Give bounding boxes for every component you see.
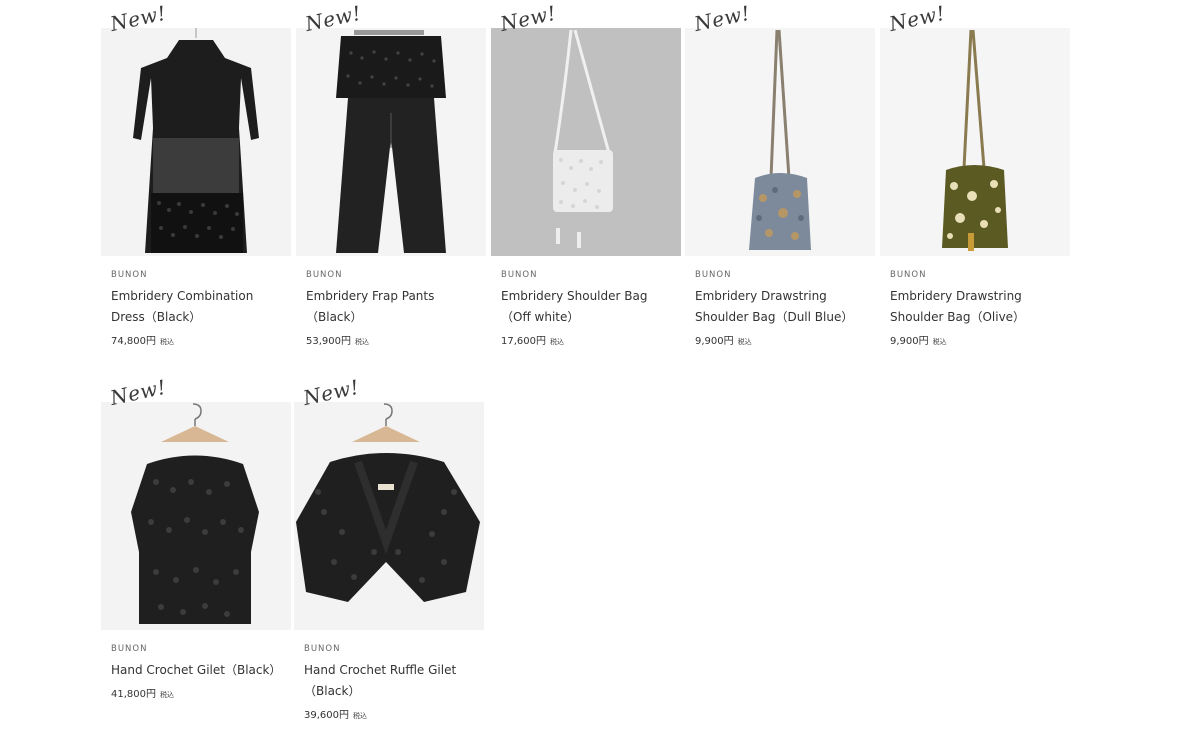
product-price-row: 9,900円 税込 [695,335,865,349]
tax-label: 税込 [353,712,367,720]
blue-drawstring-bag-photo [685,28,875,256]
product-image-link[interactable] [880,28,1070,256]
product-image-link[interactable] [685,28,875,256]
product-price-row: 17,600円 税込 [501,335,671,349]
tax-label: 税込 [160,338,174,346]
product-image-link[interactable] [294,402,484,630]
product-card: New! BUNON Embridery Combination Dress（B… [101,1,291,349]
product-price: 39,600円 [304,710,349,721]
product-brand: BUNON [304,644,341,654]
product-image-link[interactable] [491,28,681,256]
product-price: 9,900円 [890,336,929,347]
product-price-row: 74,800円 税込 [111,335,281,349]
product-price-row: 41,800円 税込 [111,688,281,702]
product-card: New! BUNON Embridery Drawstring Shoulder… [880,1,1070,349]
product-image-link[interactable] [101,402,291,630]
product-name-link[interactable]: Embridery Drawstring Shoulder Bag（Olive） [890,286,1060,328]
tax-label: 税込 [160,691,174,699]
product-price-row: 9,900円 税込 [890,335,1060,349]
product-price: 17,600円 [501,336,546,347]
tax-label: 税込 [355,338,369,346]
product-name-link[interactable]: Hand Crochet Ruffle Gilet（Black） [304,660,474,702]
product-card: New! BUNON Embridery Frap Pants（Black） 5… [296,1,486,349]
product-card: New! BUNON Embridery Drawstring Shoulder… [685,1,875,349]
black-ruffle-gilet-photo [294,402,484,630]
product-grid: New! BUNON Embridery Combination Dress（B… [0,0,1200,736]
tax-label: 税込 [550,338,564,346]
tax-label: 税込 [932,338,947,346]
product-brand: BUNON [695,270,732,280]
product-image-link[interactable] [296,28,486,256]
product-name-link[interactable]: Embridery Shoulder Bag（Off white） [501,286,671,328]
black-pants-photo [296,28,486,256]
product-price: 9,900円 [695,336,734,347]
product-price: 74,800円 [111,336,156,347]
olive-drawstring-bag-photo [880,28,1070,256]
product-brand: BUNON [306,270,343,280]
product-card: New! BUNON Hand Crochet Gilet（Black） 41,… [101,375,291,702]
product-card: New! BUNON Embridery Shoulder Bag（Off wh… [491,1,681,349]
black-crochet-gilet-photo [101,402,291,630]
product-price: 41,800円 [111,689,156,700]
product-price-row: 53,900円 税込 [306,335,476,349]
product-brand: BUNON [501,270,538,280]
product-name-link[interactable]: Hand Crochet Gilet（Black） [111,660,281,681]
product-card: New! BUNON Hand Crochet Ruffle Gilet（Bla… [294,375,484,723]
product-name-link[interactable]: Embridery Frap Pants（Black） [306,286,476,328]
product-name-link[interactable]: Embridery Drawstring Shoulder Bag（Dull B… [695,286,865,328]
product-brand: BUNON [111,644,148,654]
black-dress-photo [101,28,291,256]
product-name-link[interactable]: Embridery Combination Dress（Black） [111,286,281,328]
product-brand: BUNON [890,270,927,280]
white-shoulder-bag-photo [491,28,681,256]
product-price-row: 39,600円 税込 [304,709,474,723]
tax-label: 税込 [737,338,752,346]
product-price: 53,900円 [306,336,351,347]
product-brand: BUNON [111,270,148,280]
product-image-link[interactable] [101,28,291,256]
